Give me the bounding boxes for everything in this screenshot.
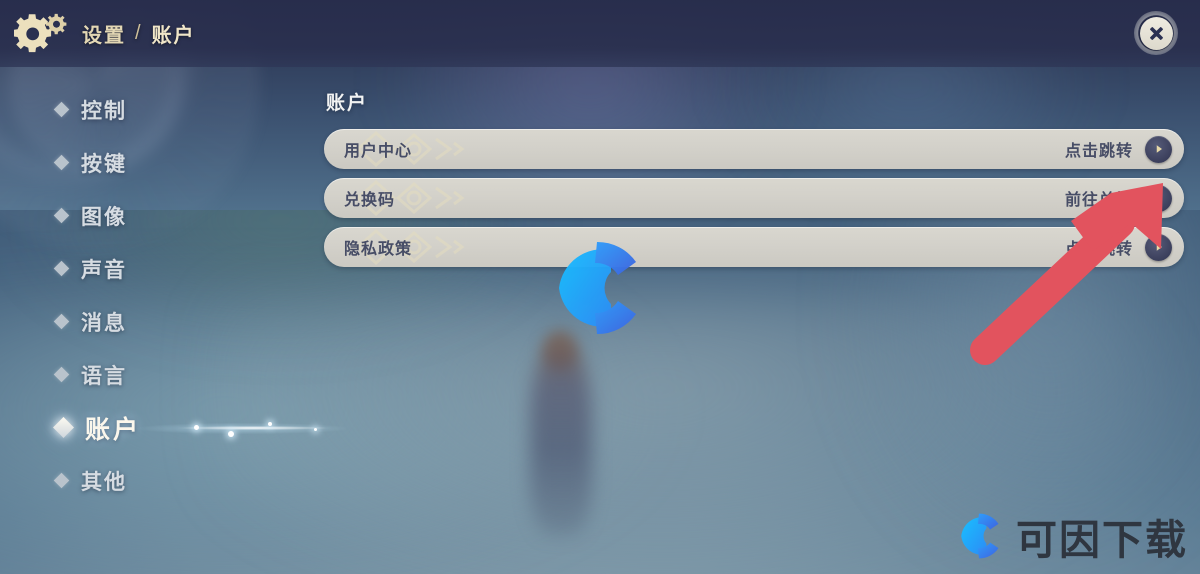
sidebar-item-graphics[interactable]: 图像	[53, 194, 306, 237]
diamond-bullet-icon	[53, 313, 70, 330]
gear-icon	[13, 10, 70, 58]
row-action-label: 点击跳转	[1064, 143, 1133, 160]
sidebar-item-control[interactable]: 控制	[53, 88, 306, 131]
sidebar-item-audio[interactable]: 声音	[53, 247, 306, 290]
sidebar-item-other[interactable]: 其他	[53, 459, 306, 502]
sidebar-item-label: 其他	[81, 470, 127, 494]
sidebar-item-label: 图像	[81, 205, 127, 229]
settings-overlay: 设置 / 账户 控制 按键 图像 声音 消息 语言 账户 其他 账户 用户中心 …	[0, 0, 1200, 574]
diamond-bullet-icon	[53, 154, 70, 171]
chevron-right-icon[interactable]	[1145, 184, 1172, 212]
diamond-bullet-icon	[53, 207, 70, 224]
c-logo-icon	[961, 513, 999, 559]
row-redeem-code[interactable]: 兑换码 前往兑换	[324, 178, 1184, 218]
sidebar-item-label: 声音	[81, 258, 127, 282]
close-button[interactable]	[1134, 11, 1178, 55]
sidebar-item-account[interactable]: 账户	[52, 406, 346, 449]
sidebar-item-messages[interactable]: 消息	[53, 300, 306, 343]
diamond-bullet-icon	[53, 101, 70, 118]
breadcrumb-separator: /	[135, 22, 143, 44]
close-icon	[1139, 16, 1173, 50]
row-label: 用户中心	[344, 143, 413, 160]
diamond-bullet-icon	[53, 472, 70, 489]
page-title: 账户	[326, 93, 369, 114]
sidebar-item-keys[interactable]: 按键	[53, 141, 306, 184]
sidebar-item-label: 语言	[81, 364, 127, 388]
center-watermark-logo	[535, 232, 653, 344]
sidebar-item-label: 账户	[85, 415, 142, 444]
settings-header: 设置 / 账户	[0, 0, 1200, 67]
row-label: 隐私政策	[344, 241, 413, 258]
row-action-label: 前往兑换	[1064, 192, 1133, 209]
row-label: 兑换码	[344, 192, 396, 209]
row-user-center[interactable]: 用户中心 点击跳转	[324, 129, 1184, 169]
account-panel: 账户 用户中心 点击跳转 兑换码 前往兑换 隐私政策 点击跳转	[324, 88, 1184, 267]
breadcrumb-root[interactable]: 设置	[82, 19, 126, 48]
diamond-bullet-icon	[53, 366, 70, 383]
chevron-right-icon[interactable]	[1145, 233, 1172, 261]
sidebar-item-label: 按键	[81, 152, 127, 176]
row-action-label: 点击跳转	[1064, 241, 1133, 258]
sidebar-item-language[interactable]: 语言	[53, 353, 306, 396]
sidebar-item-label: 消息	[81, 311, 127, 335]
account-options-list: 用户中心 点击跳转 兑换码 前往兑换 隐私政策 点击跳转	[324, 129, 1184, 267]
settings-sidebar: 控制 按键 图像 声音 消息 语言 账户 其他	[52, 88, 346, 512]
breadcrumb: 设置 / 账户	[82, 19, 196, 48]
chevron-right-icon[interactable]	[1145, 135, 1172, 163]
diamond-bullet-icon	[52, 416, 75, 439]
bottom-watermark-text: 可因下载	[1016, 516, 1188, 564]
row-privacy-policy[interactable]: 隐私政策 点击跳转	[324, 227, 1184, 267]
sidebar-item-label: 控制	[81, 99, 127, 123]
bottom-watermark: 可因下载	[950, 506, 1188, 566]
breadcrumb-current: 账户	[151, 25, 196, 47]
diamond-bullet-icon	[53, 260, 70, 277]
